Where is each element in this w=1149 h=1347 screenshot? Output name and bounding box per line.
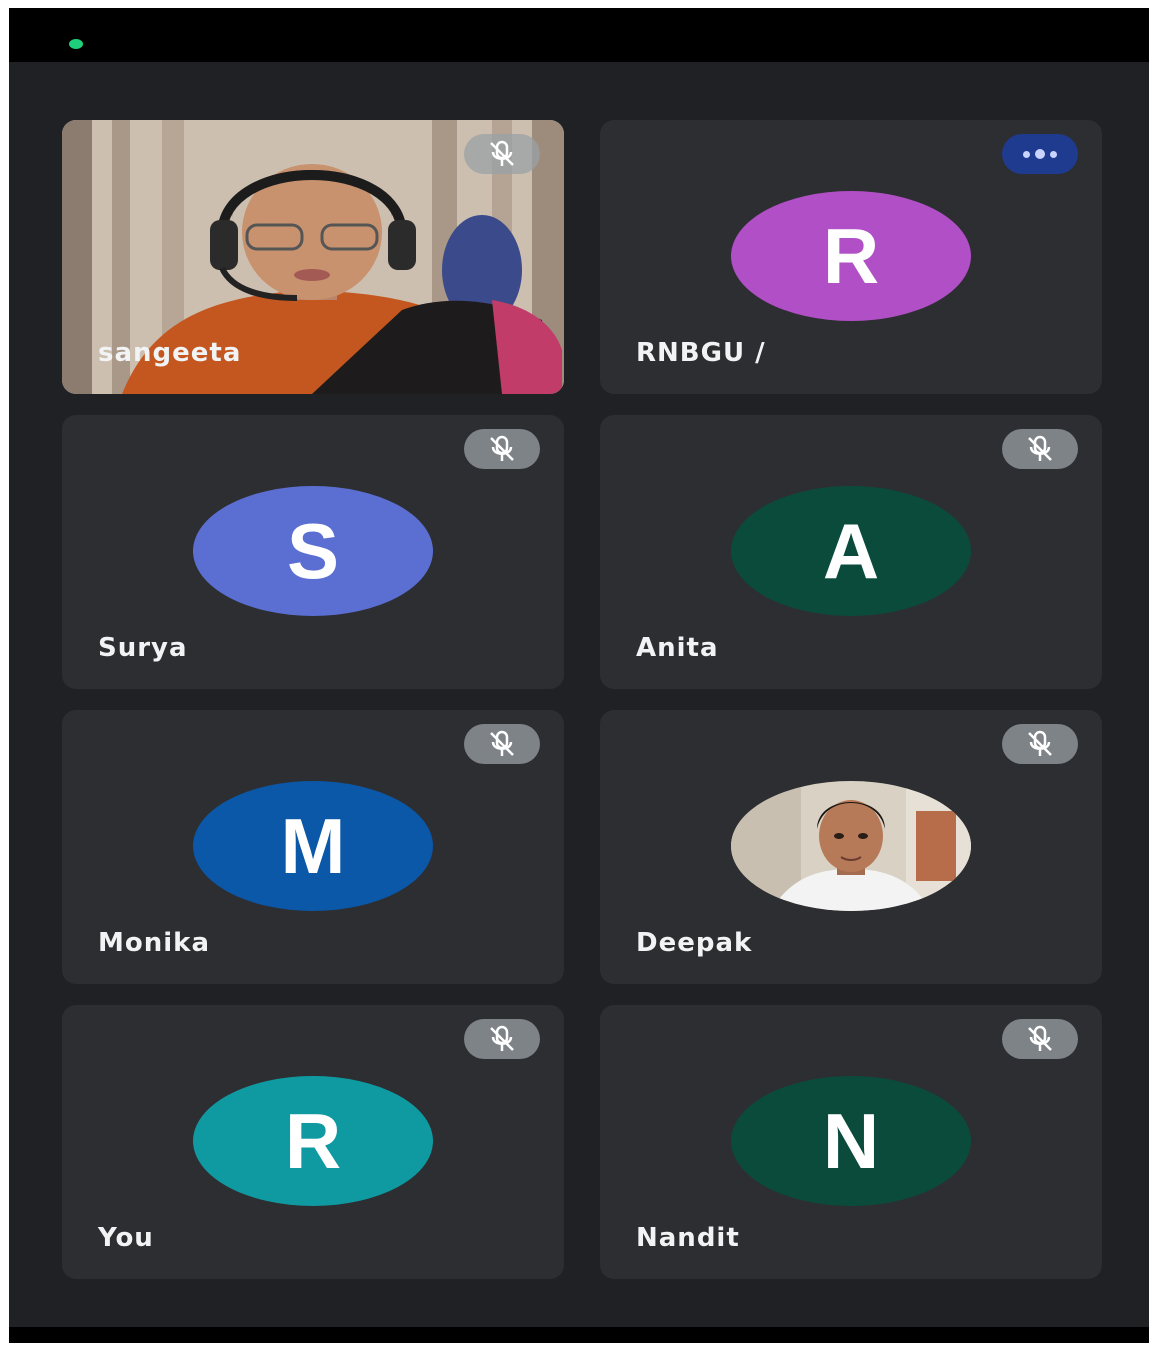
participant-avatar: N [731,1076,971,1206]
participant-tile-surya[interactable]: S Surya [62,415,564,689]
participant-name: Surya [98,633,188,663]
participant-name: RNBGU / [636,338,766,368]
participant-avatar: A [731,486,971,616]
more-dots-icon[interactable] [1002,134,1078,174]
mic-off-icon [464,134,540,174]
mic-off-icon [464,724,540,764]
participant-avatar: M [193,781,433,911]
participant-name: Nandit [636,1223,740,1253]
participant-name: Monika [98,928,210,958]
participant-tile-deepak[interactable]: Deepak [600,710,1102,984]
camera-indicator-icon [69,39,83,49]
navigation-bar [9,1327,1149,1343]
participant-name: You [98,1223,154,1253]
mic-off-icon [1002,1019,1078,1059]
participant-tile-rnbgu[interactable]: R RNBGU / [600,120,1102,394]
participant-name: sangeeta [98,338,242,368]
participant-avatar: R [193,1076,433,1206]
participant-tile-you[interactable]: R You [62,1005,564,1279]
mic-off-icon [464,429,540,469]
participant-tile-sangeeta[interactable]: sangeeta [62,120,564,394]
status-bar [9,8,1149,62]
participant-avatar: R [731,191,971,321]
meeting-screen: sangeeta R RNBGU / S Surya A Anita M Mon… [9,8,1149,1343]
participant-avatar: S [193,486,433,616]
participant-profile-photo [731,781,971,911]
participant-tile-nandit[interactable]: N Nandit [600,1005,1102,1279]
participant-name: Deepak [636,928,753,958]
mic-off-icon [1002,724,1078,764]
mic-off-icon [464,1019,540,1059]
participant-tile-anita[interactable]: A Anita [600,415,1102,689]
participant-tile-monika[interactable]: M Monika [62,710,564,984]
participant-name: Anita [636,633,719,663]
mic-off-icon [1002,429,1078,469]
